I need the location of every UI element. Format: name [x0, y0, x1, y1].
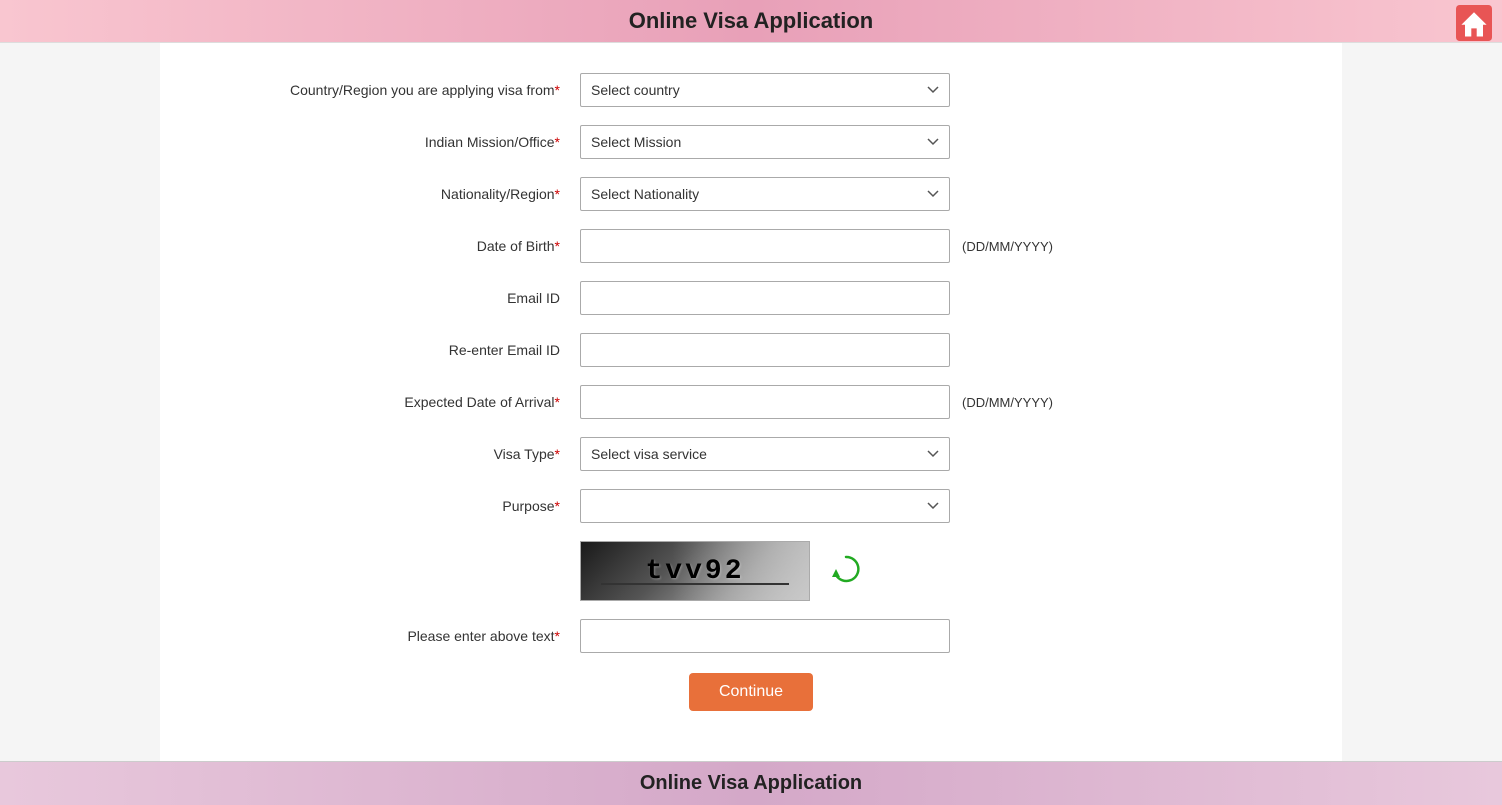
header-bar: Online Visa Application — [0, 0, 1502, 43]
nationality-row: Nationality/Region* Select Nationality — [200, 177, 1302, 211]
email-label: Email ID — [200, 289, 580, 307]
refresh-icon[interactable] — [830, 553, 862, 585]
visa-type-required-star: * — [555, 446, 560, 462]
footer-bar: Online Visa Application — [0, 761, 1502, 805]
page-title: Online Visa Application — [0, 8, 1502, 34]
captcha-required-star: * — [555, 628, 560, 644]
main-content: Country/Region you are applying visa fro… — [160, 43, 1342, 761]
nationality-label: Nationality/Region* — [200, 185, 580, 203]
dob-row: Date of Birth* (DD/MM/YYYY) — [200, 229, 1302, 263]
captcha-image-row: tvv92 — [200, 541, 1302, 601]
re-email-label: Re-enter Email ID — [200, 341, 580, 359]
visa-type-row: Visa Type* Select visa service — [200, 437, 1302, 471]
country-required-star: * — [555, 82, 560, 98]
captcha-image: tvv92 — [580, 541, 810, 601]
country-row: Country/Region you are applying visa fro… — [200, 73, 1302, 107]
arrival-hint: (DD/MM/YYYY) — [962, 395, 1053, 410]
footer-title: Online Visa Application — [0, 772, 1502, 795]
captcha-input-label: Please enter above text* — [200, 627, 580, 645]
email-input[interactable] — [580, 281, 950, 315]
visa-type-label: Visa Type* — [200, 445, 580, 463]
mission-row: Indian Mission/Office* Select Mission — [200, 125, 1302, 159]
form-container: Country/Region you are applying visa fro… — [160, 63, 1342, 731]
purpose-row: Purpose* — [200, 489, 1302, 523]
arrival-label: Expected Date of Arrival* — [200, 393, 580, 411]
mission-label: Indian Mission/Office* — [200, 133, 580, 151]
nationality-select[interactable]: Select Nationality — [580, 177, 950, 211]
arrival-input[interactable] — [580, 385, 950, 419]
arrival-required-star: * — [555, 394, 560, 410]
email-row: Email ID — [200, 281, 1302, 315]
re-email-row: Re-enter Email ID — [200, 333, 1302, 367]
captcha-text-display: tvv92 — [645, 556, 744, 587]
visa-type-select[interactable]: Select visa service — [580, 437, 950, 471]
arrival-row: Expected Date of Arrival* (DD/MM/YYYY) — [200, 385, 1302, 419]
country-select[interactable]: Select country — [580, 73, 950, 107]
purpose-select[interactable] — [580, 489, 950, 523]
dob-required-star: * — [555, 238, 560, 254]
home-icon[interactable] — [1456, 5, 1492, 41]
dob-label: Date of Birth* — [200, 237, 580, 255]
mission-required-star: * — [555, 134, 560, 150]
purpose-required-star: * — [555, 498, 560, 514]
continue-row: Continue — [200, 673, 1302, 711]
continue-button[interactable]: Continue — [689, 673, 813, 711]
country-label: Country/Region you are applying visa fro… — [200, 81, 580, 99]
dob-input[interactable] — [580, 229, 950, 263]
dob-hint: (DD/MM/YYYY) — [962, 239, 1053, 254]
home-icon-container[interactable] — [1456, 5, 1492, 46]
captcha-input[interactable] — [580, 619, 950, 653]
re-email-input[interactable] — [580, 333, 950, 367]
captcha-line — [601, 583, 789, 585]
nationality-required-star: * — [555, 186, 560, 202]
page-wrapper: Online Visa Application Country/Region y… — [0, 0, 1502, 805]
mission-select[interactable]: Select Mission — [580, 125, 950, 159]
captcha-refresh-button[interactable] — [830, 553, 862, 590]
purpose-label: Purpose* — [200, 497, 580, 515]
captcha-input-row: Please enter above text* — [200, 619, 1302, 653]
